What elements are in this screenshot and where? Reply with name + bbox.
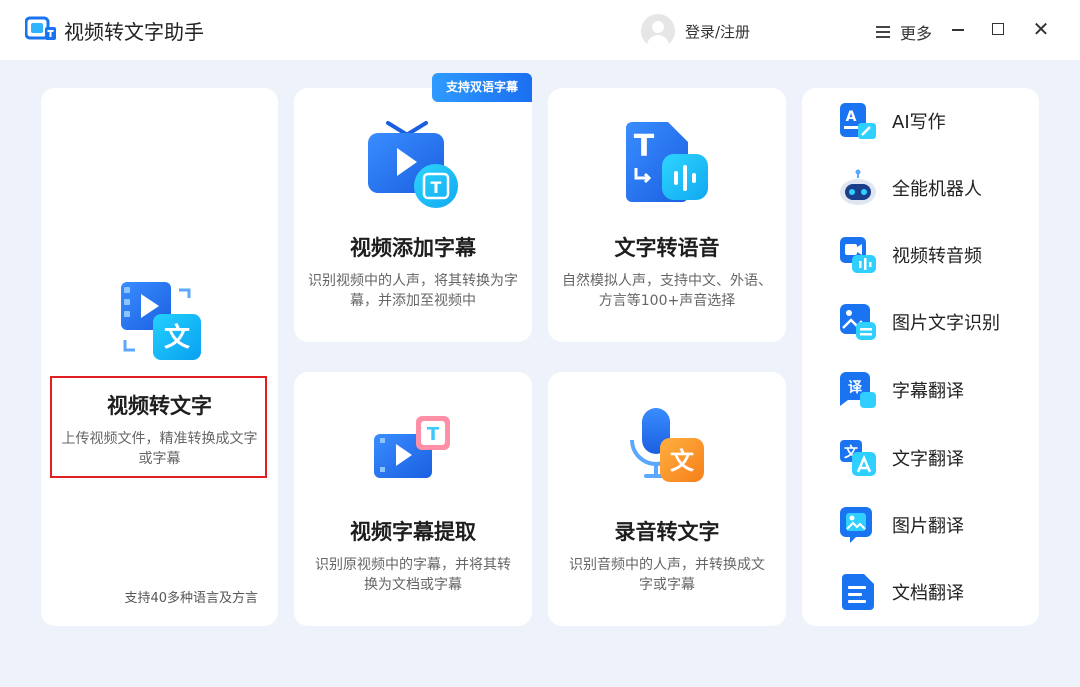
side-item-label: 字幕翻译 [892, 381, 964, 402]
language-support-note: 支持40多种语言及方言 [124, 591, 258, 606]
subtitle-extract-icon: T [374, 416, 450, 478]
card-description: 上传视频文件，精准转换成文字或字幕 [61, 431, 258, 467]
video-to-text-card[interactable]: 文 视频转文字 上传视频文件，精准转换成文字或字幕 支持40多种语言及方言 [41, 88, 278, 626]
login-button[interactable]: 登录/注册 [641, 14, 750, 48]
svg-text:T: T [427, 424, 440, 445]
card-title: 视频字幕提取 [350, 520, 476, 544]
bilingual-subtitle-badge: 支持双语字幕 [432, 73, 532, 102]
side-item-document-translate[interactable]: 文档翻译 [838, 572, 964, 612]
side-item-label: 文字翻译 [892, 449, 964, 470]
text-to-speech-card[interactable]: T 文字转语音 自然模拟人声，支持中文、外语、方言等100+声音选择 [548, 88, 786, 342]
avatar [641, 14, 675, 48]
svg-text:译: 译 [848, 380, 863, 396]
app-title: 视频转文字助手 [64, 20, 204, 44]
image-translate-icon [840, 507, 872, 543]
side-item-ai-writing[interactable]: A AI写作 [838, 101, 946, 141]
card-description: 识别原视频中的字幕，并将其转换为文档或字幕 [315, 557, 511, 593]
video-to-audio-icon [840, 237, 876, 273]
card-description: 识别音频中的人声，并转换成文字或字幕 [569, 557, 765, 593]
ai-writing-icon: A [840, 103, 876, 139]
svg-text:A: A [846, 109, 857, 125]
card-description: 识别视频中的人声，将其转换为字幕，并添加至视频中 [308, 273, 518, 309]
card-title: 视频转文字 [107, 394, 212, 418]
text-translate-icon: 文 [840, 440, 876, 476]
card-description: 自然模拟人声，支持中文、外语、方言等100+声音选择 [562, 273, 772, 309]
text-to-speech-icon: T [626, 122, 708, 202]
svg-text:文: 文 [164, 322, 191, 353]
side-item-subtitle-translate[interactable]: 译 字幕翻译 [838, 370, 964, 410]
subtitle-translate-icon: 译 [840, 372, 876, 408]
side-item-label: 文档翻译 [892, 583, 964, 604]
side-item-label: 图片文字识别 [892, 313, 1000, 334]
video-to-text-icon: 文 [121, 282, 201, 360]
card-title: 视频添加字幕 [350, 236, 476, 260]
card-title: 文字转语音 [614, 236, 720, 260]
close-button[interactable]: ✕ [1029, 17, 1053, 41]
document-translate-icon [842, 574, 874, 610]
side-item-label: AI写作 [892, 112, 946, 133]
maximize-button[interactable] [986, 17, 1010, 41]
side-item-label: 全能机器人 [892, 179, 982, 200]
image-ocr-icon [840, 304, 876, 340]
side-item-robot[interactable]: 全能机器人 [838, 168, 982, 208]
side-item-label: 图片翻译 [892, 516, 964, 537]
side-item-text-translate[interactable]: 文 文字翻译 [838, 438, 964, 478]
side-item-image-translate[interactable]: 图片翻译 [838, 505, 964, 545]
app-logo-icon [25, 16, 56, 40]
microphone-icon: 文 [630, 408, 704, 482]
svg-text:T: T [634, 129, 655, 164]
title-bar: 视频转文字助手 登录/注册 更多 ✕ [0, 0, 1080, 60]
svg-text:T: T [431, 178, 442, 197]
menu-icon [876, 26, 890, 38]
login-label: 登录/注册 [685, 22, 751, 41]
card-title: 录音转文字 [614, 520, 720, 544]
svg-text:文: 文 [670, 447, 695, 475]
more-menu-button[interactable]: 更多 [876, 20, 932, 44]
minimize-button[interactable] [946, 17, 970, 41]
tools-side-panel: A AI写作 全能机器人 视频转音频 图片文字识别 译 字幕翻译 文 文字翻译 … [802, 88, 1039, 626]
side-item-label: 视频转音频 [892, 246, 982, 267]
robot-icon [840, 169, 876, 205]
add-subtitle-card[interactable]: T 视频添加字幕 识别视频中的人声，将其转换为字幕，并添加至视频中 [294, 88, 532, 342]
more-label: 更多 [900, 24, 933, 43]
side-item-image-ocr[interactable]: 图片文字识别 [838, 302, 1000, 342]
audio-to-text-card[interactable]: 文 录音转文字 识别音频中的人声，并转换成文字或字幕 [548, 372, 786, 626]
tv-subtitle-icon: T [368, 121, 458, 208]
subtitle-extract-card[interactable]: T 视频字幕提取 识别原视频中的字幕，并将其转换为文档或字幕 [294, 372, 532, 626]
side-item-video-to-audio[interactable]: 视频转音频 [838, 235, 982, 275]
